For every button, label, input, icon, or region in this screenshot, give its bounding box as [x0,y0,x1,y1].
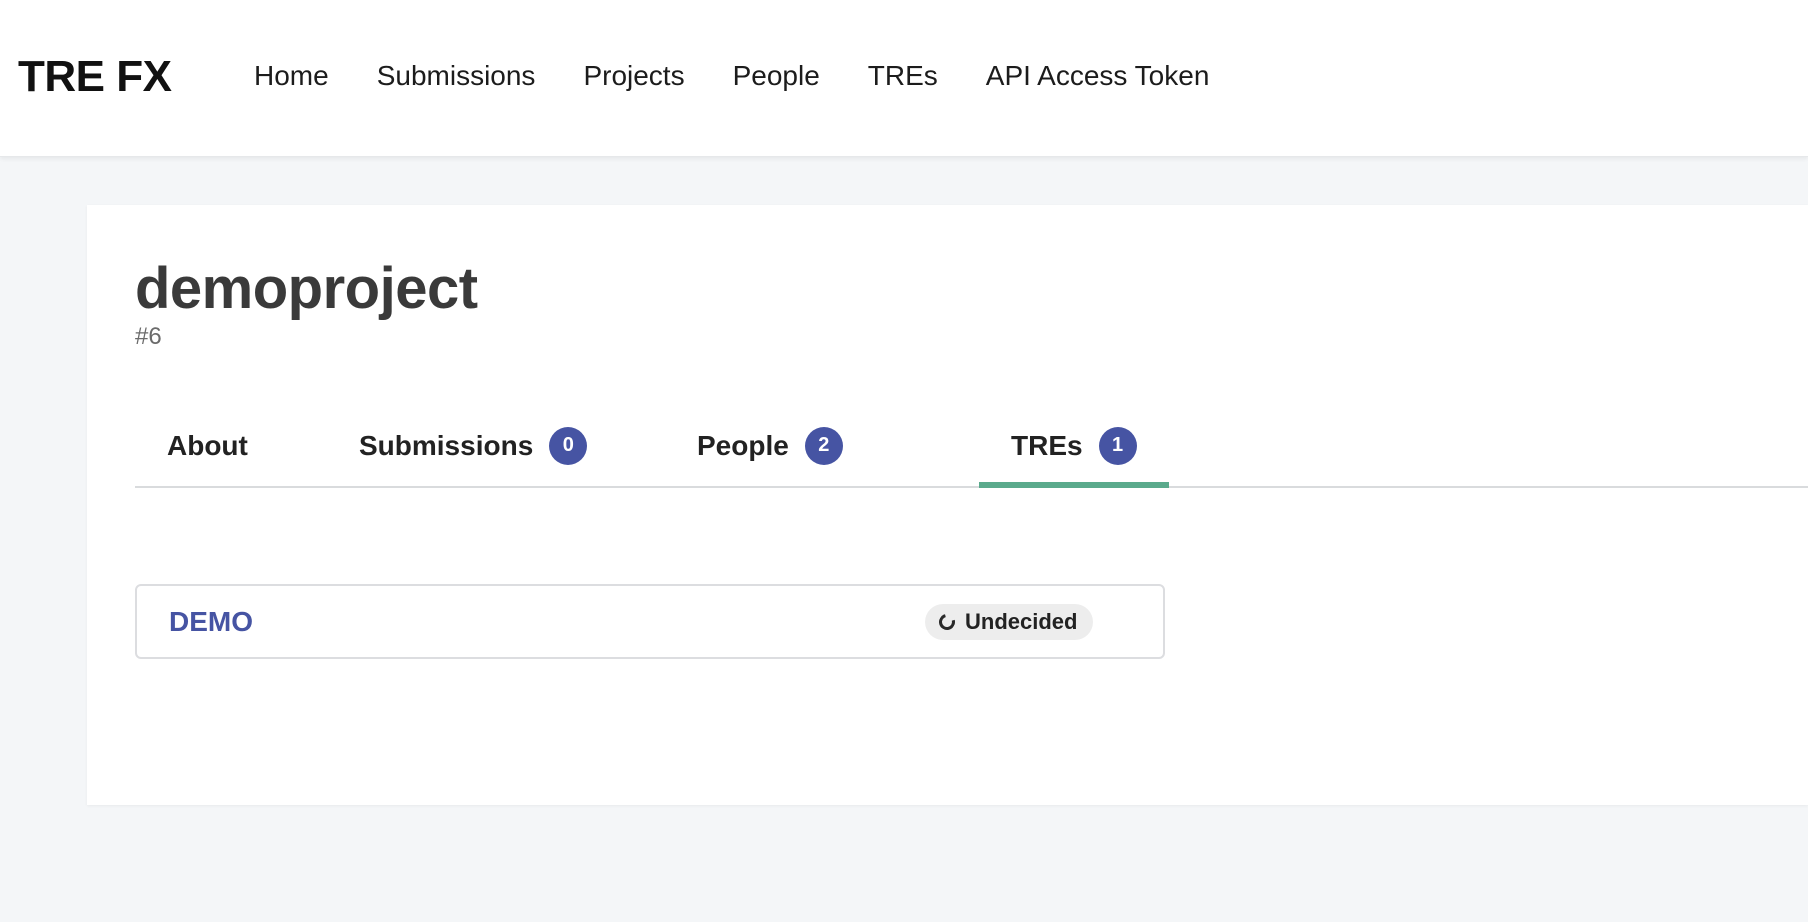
tab-people-label: People [697,429,789,461]
page-title: demoproject [135,256,478,321]
tre-name-link[interactable]: DEMO [169,606,253,638]
tab-tres-count-badge: 1 [1098,426,1137,465]
circle-notch-icon [936,611,958,633]
nav-item-api-access-token[interactable]: API Access Token [986,60,1210,92]
top-navbar: TRE FX Home Submissions Projects People … [0,0,1808,157]
main-nav: Home Submissions Projects People TREs AP… [254,60,1209,92]
project-id: #6 [135,323,162,350]
nav-item-people[interactable]: People [733,60,820,92]
status-badge-label: Undecided [965,609,1078,634]
tab-about-label: About [167,429,248,461]
tab-people-count-badge: 2 [804,426,843,465]
status-badge: Undecided [925,604,1094,640]
tab-submissions[interactable]: Submissions 0 [359,405,588,486]
tab-people[interactable]: People 2 [697,405,843,486]
list-item: DEMO Undecided [135,584,1165,659]
brand-logo[interactable]: TRE FX [18,52,172,102]
tab-submissions-label: Submissions [359,429,534,461]
tab-submissions-count-badge: 0 [549,426,588,465]
nav-item-tres[interactable]: TREs [868,60,938,92]
tab-tres-label: TREs [1011,429,1083,461]
tab-tres[interactable]: TREs 1 [979,405,1169,488]
project-card: demoproject #6 About Submissions 0 Peopl… [87,205,1808,805]
nav-item-submissions[interactable]: Submissions [377,60,536,92]
nav-item-projects[interactable]: Projects [583,60,684,92]
tab-about[interactable]: About [167,405,248,486]
project-tabs: About Submissions 0 People 2 TREs 1 [135,405,1808,488]
nav-item-home[interactable]: Home [254,60,329,92]
